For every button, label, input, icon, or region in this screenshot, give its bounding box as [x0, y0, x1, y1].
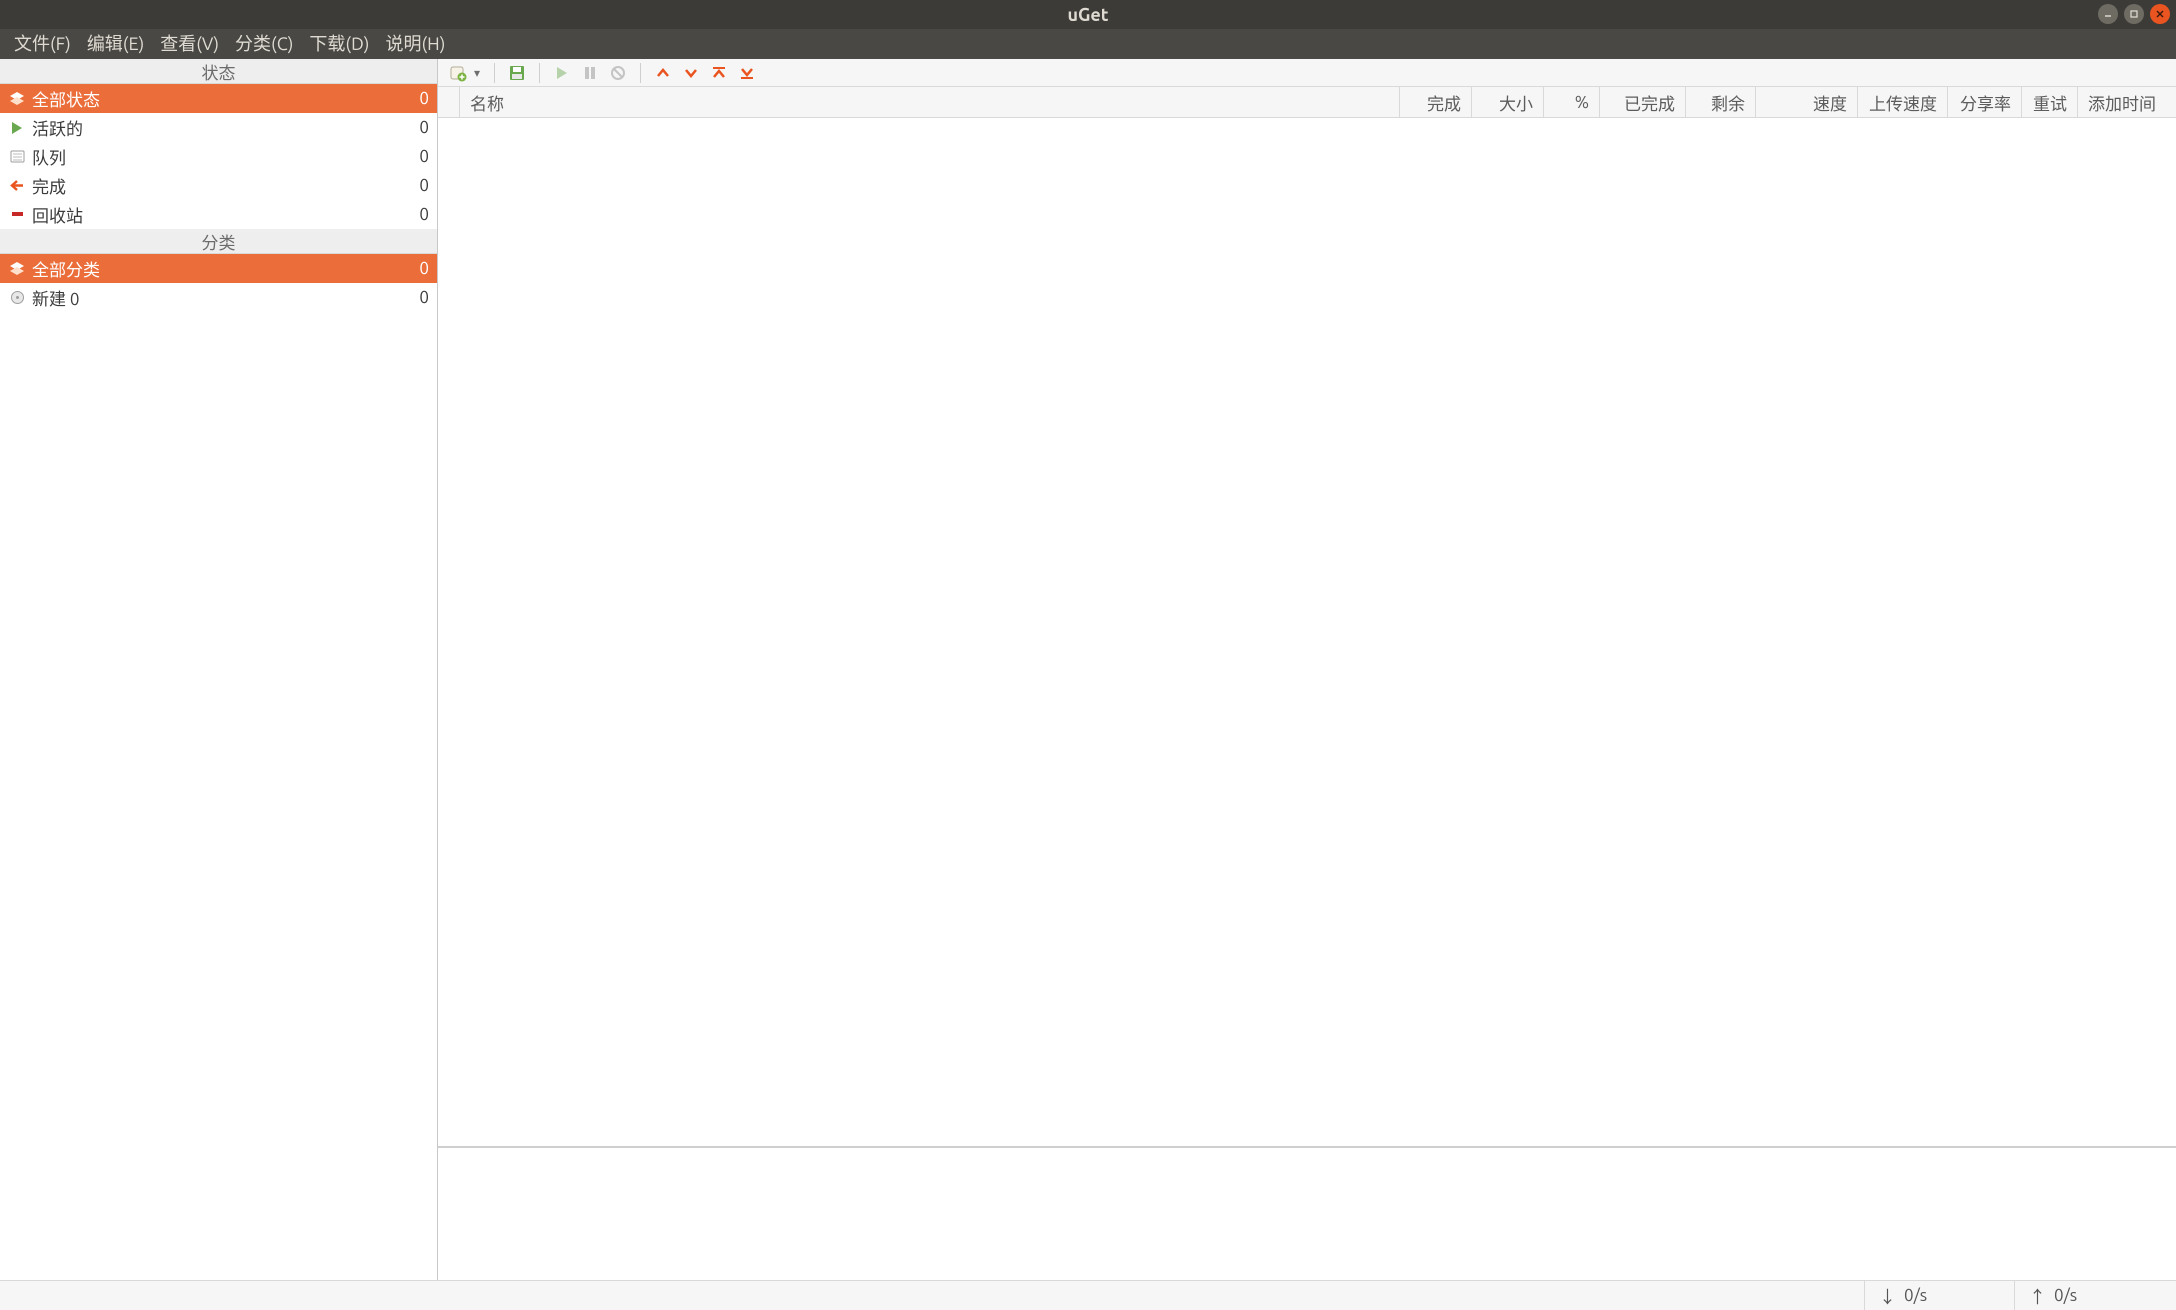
arrow-down-icon: ↓: [1879, 1283, 1896, 1308]
window-titlebar: uGet: [0, 0, 2176, 29]
layers-icon: [8, 260, 26, 278]
disk-icon: [8, 289, 26, 307]
toolbar-sep: [494, 63, 495, 83]
sidebar-status-item-label: 活跃的: [32, 115, 419, 140]
table-header-cells: 名称 完成 大小 % 已完成 剩余 速度 上传速度 分享率 重试 添加时间: [460, 87, 2176, 118]
sidebar-status-item[interactable]: 全部状态0: [0, 84, 437, 113]
window-controls: [2098, 4, 2170, 24]
stop-button[interactable]: [606, 61, 630, 85]
col-remain[interactable]: 剩余: [1686, 87, 1756, 118]
close-button[interactable]: [2150, 4, 2170, 24]
queue-icon: [8, 148, 26, 166]
statusbar: ↓ 0/s ↑ 0/s: [0, 1280, 2176, 1310]
menu-help[interactable]: 说明(H): [377, 29, 453, 59]
window-title: uGet: [1067, 5, 1108, 25]
download-table-body[interactable]: [438, 118, 2176, 1146]
main-content: 状态 全部状态0活跃的0队列0完成0回收站0 分类 全部分类0新建 00 ▾: [0, 59, 2176, 1280]
move-top-icon: [711, 65, 727, 81]
pause-button[interactable]: [578, 61, 602, 85]
sidebar-category-item[interactable]: 全部分类0: [0, 254, 437, 283]
sidebar-category-header: 分类: [0, 229, 437, 254]
sidebar-status-item-label: 队列: [32, 144, 419, 169]
col-complete[interactable]: 完成: [1400, 87, 1472, 118]
new-download-button[interactable]: [446, 61, 470, 85]
toolbar-sep: [640, 63, 641, 83]
sidebar-category-item[interactable]: 新建 00: [0, 283, 437, 312]
save-icon: [508, 64, 526, 82]
sidebar-category-item-label: 全部分类: [32, 256, 419, 281]
stop-icon: [610, 65, 626, 81]
right-panel: ▾: [438, 59, 2176, 1280]
sidebar-status-item[interactable]: 完成0: [0, 171, 437, 200]
toolbar: ▾: [438, 59, 2176, 87]
sidebar-status-item[interactable]: 活跃的0: [0, 113, 437, 142]
sidebar: 状态 全部状态0活跃的0队列0完成0回收站0 分类 全部分类0新建 00: [0, 59, 438, 1280]
download-summary-pane: [438, 1146, 2176, 1280]
chevron-up-icon: [655, 65, 671, 81]
sidebar-status-list: 全部状态0活跃的0队列0完成0回收站0: [0, 84, 437, 229]
menu-category[interactable]: 分类(C): [227, 29, 301, 59]
col-done[interactable]: 已完成: [1600, 87, 1686, 118]
save-all-button[interactable]: [505, 61, 529, 85]
sidebar-status-item-count: 0: [419, 205, 429, 224]
sidebar-status-item-label: 全部状态: [32, 86, 419, 111]
sidebar-category-list: 全部分类0新建 00: [0, 254, 437, 312]
move-down-button[interactable]: [679, 61, 703, 85]
sidebar-status-item-count: 0: [419, 89, 429, 108]
pause-icon: [582, 65, 598, 81]
play-icon: [554, 65, 570, 81]
minimize-icon: [2103, 9, 2113, 19]
trash-icon: [8, 206, 26, 224]
table-gutter: [438, 87, 460, 118]
maximize-icon: [2129, 9, 2139, 19]
col-retry[interactable]: 重试: [2022, 87, 2078, 118]
sidebar-status-header: 状态: [0, 59, 437, 84]
sidebar-status-item[interactable]: 队列0: [0, 142, 437, 171]
col-speed[interactable]: 速度: [1756, 87, 1858, 118]
menu-file[interactable]: 文件(F): [6, 29, 79, 59]
status-upload-value: 0/s: [2054, 1286, 2077, 1305]
col-upspeed[interactable]: 上传速度: [1858, 87, 1948, 118]
col-percent[interactable]: %: [1544, 87, 1600, 118]
menu-view[interactable]: 查看(V): [152, 29, 227, 59]
sidebar-category-item-count: 0: [419, 288, 429, 307]
sidebar-status-item-label: 完成: [32, 173, 419, 198]
sidebar-status-item-label: 回收站: [32, 202, 419, 227]
sidebar-category-item-count: 0: [419, 259, 429, 278]
move-bottom-button[interactable]: [735, 61, 759, 85]
col-name[interactable]: 名称: [460, 87, 1400, 118]
col-added[interactable]: 添加时间: [2078, 87, 2176, 118]
sidebar-status-item-count: 0: [419, 118, 429, 137]
menu-edit[interactable]: 编辑(E): [79, 29, 152, 59]
toolbar-sep: [539, 63, 540, 83]
status-upload-speed: ↑ 0/s: [2014, 1281, 2164, 1310]
layers-icon: [8, 90, 26, 108]
sidebar-status-item-count: 0: [419, 176, 429, 195]
status-download-value: 0/s: [1904, 1286, 1927, 1305]
new-download-dropdown[interactable]: ▾: [474, 66, 484, 80]
sidebar-status-item-count: 0: [419, 147, 429, 166]
col-size[interactable]: 大小: [1472, 87, 1544, 118]
close-icon: [2155, 9, 2165, 19]
sidebar-category-item-label: 新建 0: [32, 285, 419, 310]
new-download-icon: [449, 64, 467, 82]
sidebar-status-item[interactable]: 回收站0: [0, 200, 437, 229]
chevron-down-icon: [683, 65, 699, 81]
maximize-button[interactable]: [2124, 4, 2144, 24]
arrow-up-icon: ↑: [2029, 1283, 2046, 1308]
minimize-button[interactable]: [2098, 4, 2118, 24]
status-download-speed: ↓ 0/s: [1864, 1281, 2014, 1310]
move-up-button[interactable]: [651, 61, 675, 85]
download-table-header: 名称 完成 大小 % 已完成 剩余 速度 上传速度 分享率 重试 添加时间: [438, 87, 2176, 118]
move-top-button[interactable]: [707, 61, 731, 85]
start-button[interactable]: [550, 61, 574, 85]
play-icon: [8, 119, 26, 137]
menubar: 文件(F) 编辑(E) 查看(V) 分类(C) 下载(D) 说明(H): [0, 29, 2176, 59]
move-bottom-icon: [739, 65, 755, 81]
menu-download[interactable]: 下载(D): [301, 29, 377, 59]
done-icon: [8, 177, 26, 195]
col-share[interactable]: 分享率: [1948, 87, 2022, 118]
